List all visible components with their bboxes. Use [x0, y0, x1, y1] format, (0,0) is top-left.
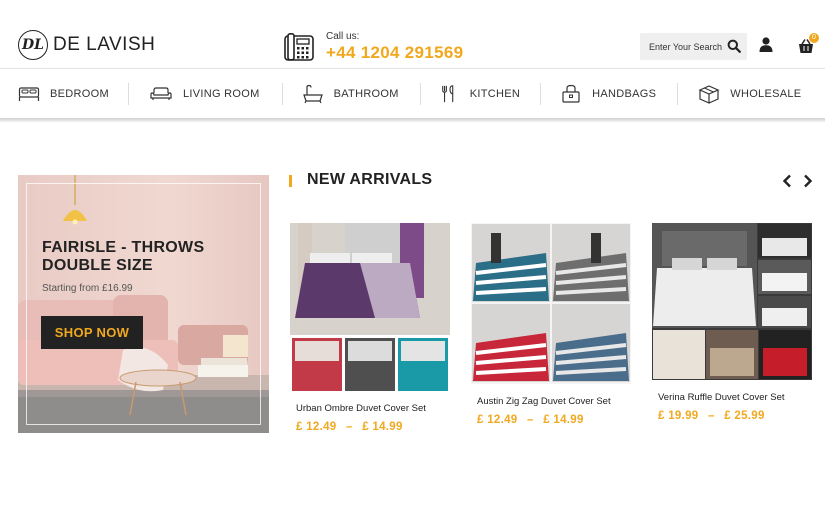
nav-item-bedroom[interactable]: BEDROOM: [18, 69, 109, 119]
nav-item-handbags[interactable]: HANDBAGS: [560, 69, 656, 119]
bed-icon: [18, 86, 40, 101]
nav-item-wholesale[interactable]: WHOLESALE: [698, 69, 801, 119]
category-nav: BEDROOM LIVING ROOM BATHROOM KITCHEN HAN…: [0, 68, 825, 118]
nav-divider: [419, 82, 421, 105]
logo-text: DE LAVISH: [53, 34, 156, 55]
product-price-range: £ 12.49 – £ 14.99: [477, 414, 584, 426]
price-from: £ 12.49: [296, 421, 337, 433]
nav-label: LIVING ROOM: [182, 87, 260, 100]
product-card[interactable]: Verina Ruffle Duvet Cover Set £ 19.99 – …: [652, 223, 812, 423]
carousel-prev-icon[interactable]: [781, 174, 793, 188]
nav-divider: [677, 82, 679, 105]
nav-divider: [127, 82, 129, 105]
nav-item-bathroom[interactable]: BATHROOM: [302, 69, 399, 119]
user-account-icon[interactable]: [759, 37, 773, 52]
cart-count-badge: 0: [809, 33, 819, 43]
phone-contact: Call us: +44 1204 291569: [284, 31, 463, 63]
section-accent-bar: [289, 175, 292, 187]
nav-label: BATHROOM: [333, 87, 399, 100]
product-price-range: £ 12.49 – £ 14.99: [296, 421, 403, 433]
promo-banner[interactable]: FAIRISLE - THROWS DOUBLE SIZE Starting f…: [18, 175, 269, 433]
search-box: [640, 33, 747, 60]
nav-label: BEDROOM: [50, 87, 109, 100]
site-logo[interactable]: DL DE LAVISH: [18, 30, 155, 60]
product-image[interactable]: [471, 223, 631, 384]
price-separator: –: [707, 410, 715, 422]
search-input[interactable]: [649, 41, 729, 52]
price-to: £ 14.99: [362, 421, 403, 433]
nav-item-living-room[interactable]: LIVING ROOM: [149, 69, 260, 119]
price-from: £ 12.49: [477, 414, 518, 426]
product-image[interactable]: [290, 223, 450, 391]
nav-shadow-divider: [0, 118, 825, 122]
carousel-next-icon[interactable]: [802, 174, 814, 188]
nav-item-kitchen[interactable]: KITCHEN: [440, 69, 520, 119]
product-image[interactable]: [652, 223, 812, 380]
product-name[interactable]: Urban Ombre Duvet Cover Set: [296, 403, 426, 414]
telephone-icon: [284, 33, 314, 61]
banner-subtitle: Starting from £16.99: [42, 283, 133, 294]
price-separator: –: [526, 414, 534, 426]
box-icon: [698, 84, 720, 104]
cart-button[interactable]: 0: [797, 33, 819, 56]
product-price-range: £ 19.99 – £ 25.99: [658, 410, 765, 422]
cutlery-icon: [441, 84, 454, 102]
product-card[interactable]: Urban Ombre Duvet Cover Set £ 12.49 – £ …: [290, 223, 450, 443]
search-icon[interactable]: [727, 39, 741, 53]
price-from: £ 19.99: [658, 410, 699, 422]
nav-label: HANDBAGS: [592, 87, 657, 100]
banner-frame: [26, 183, 261, 425]
site-header: DL DE LAVISH Call us: +44 1204 291569 En…: [0, 0, 825, 68]
nav-label: KITCHEN: [469, 87, 521, 100]
section-title: NEW ARRIVALS: [307, 171, 433, 188]
call-us-label: Call us:: [326, 31, 360, 42]
price-separator: –: [345, 421, 353, 433]
banner-title: FAIRISLE - THROWS DOUBLE SIZE: [42, 239, 205, 274]
product-name[interactable]: Austin Zig Zag Duvet Cover Set: [477, 396, 611, 407]
product-name[interactable]: Verina Ruffle Duvet Cover Set: [658, 392, 785, 403]
handbag-icon: [562, 84, 580, 103]
logo-mark: DL: [18, 30, 48, 60]
product-card[interactable]: Austin Zig Zag Duvet Cover Set £ 12.49 –…: [471, 223, 631, 433]
nav-label: WHOLESALE: [730, 87, 802, 100]
sofa-icon: [150, 86, 172, 100]
shop-now-button[interactable]: SHOP NOW: [41, 316, 143, 349]
phone-number[interactable]: +44 1204 291569: [326, 43, 463, 63]
nav-divider: [281, 82, 283, 105]
bathtub-icon: [302, 84, 323, 103]
nav-divider: [540, 82, 542, 105]
price-to: £ 25.99: [724, 410, 765, 422]
price-to: £ 14.99: [543, 414, 584, 426]
